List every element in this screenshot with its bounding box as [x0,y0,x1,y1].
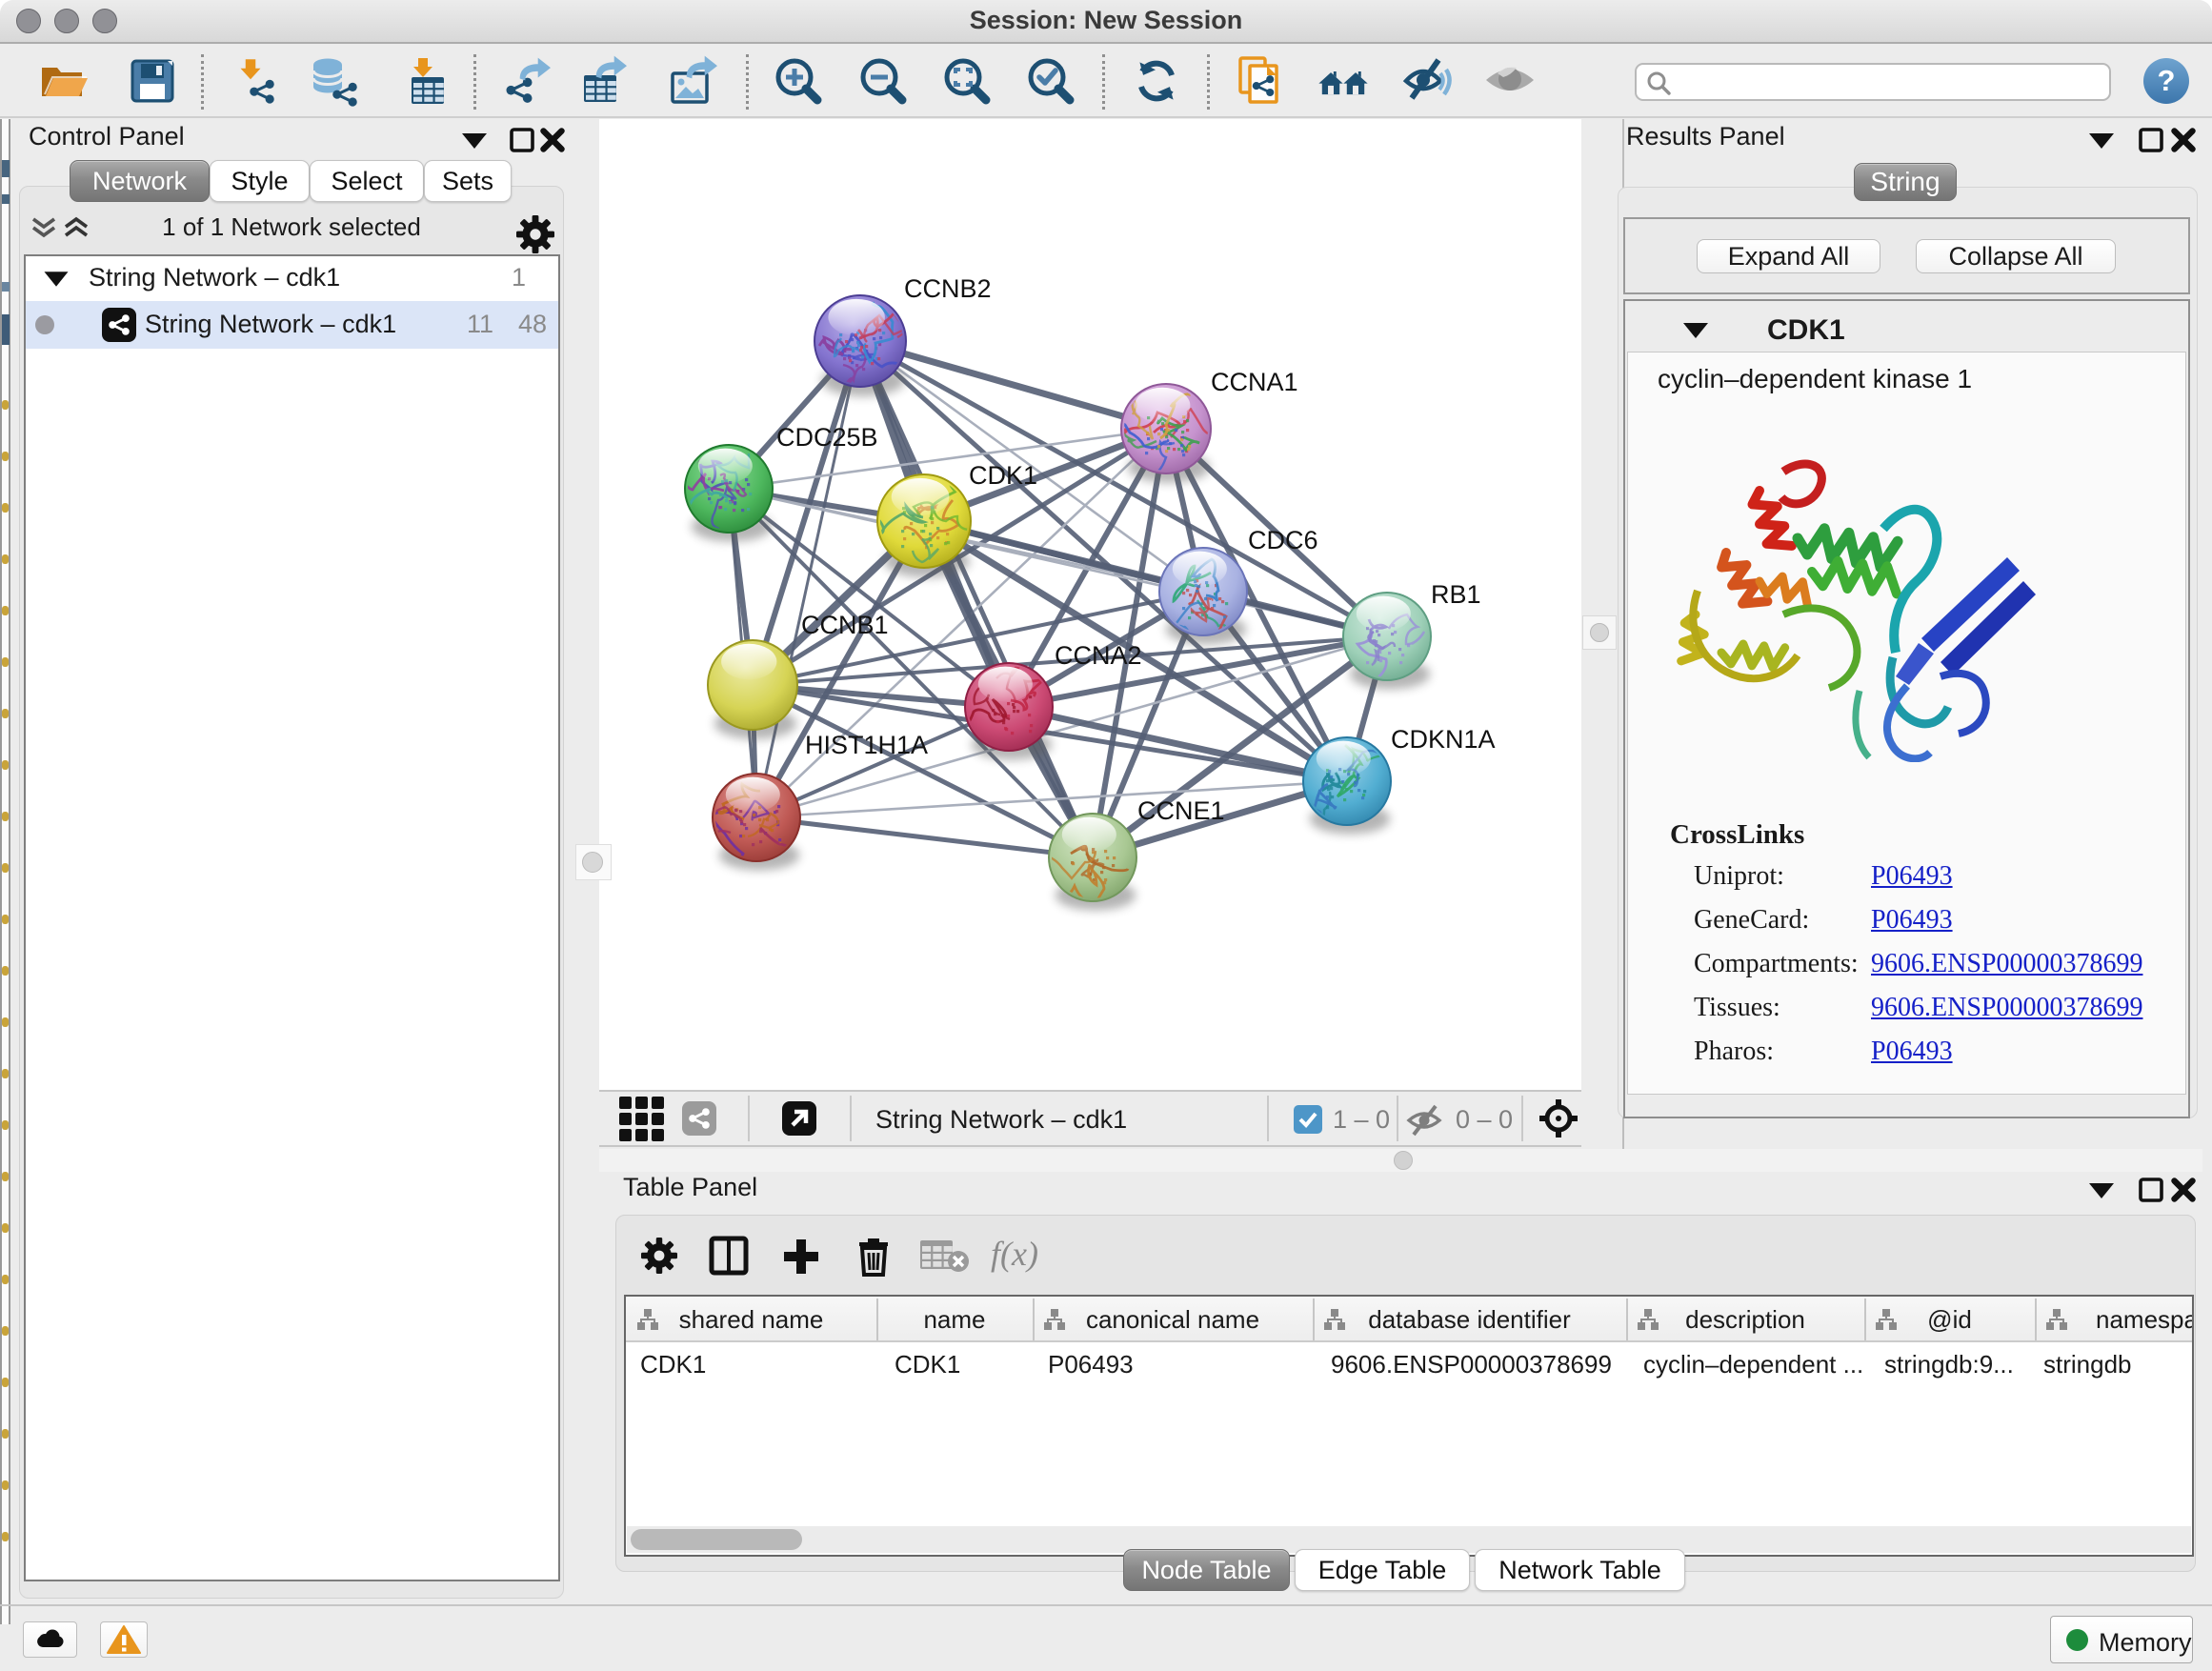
svg-text:CDK1: CDK1 [969,461,1037,490]
svg-text:CCNA2: CCNA2 [1055,641,1142,670]
svg-text:CCNB1: CCNB1 [801,611,889,639]
svg-text:CDC25B: CDC25B [776,423,878,452]
svg-text:HIST1H1A: HIST1H1A [805,731,928,759]
svg-text:CDC6: CDC6 [1248,526,1318,554]
svg-text:CCNE1: CCNE1 [1137,796,1225,825]
svg-text:CCNA1: CCNA1 [1211,368,1298,396]
svg-text:CDKN1A: CDKN1A [1391,725,1496,754]
svg-text:RB1: RB1 [1431,580,1481,609]
svg-text:CCNB2: CCNB2 [904,274,992,303]
